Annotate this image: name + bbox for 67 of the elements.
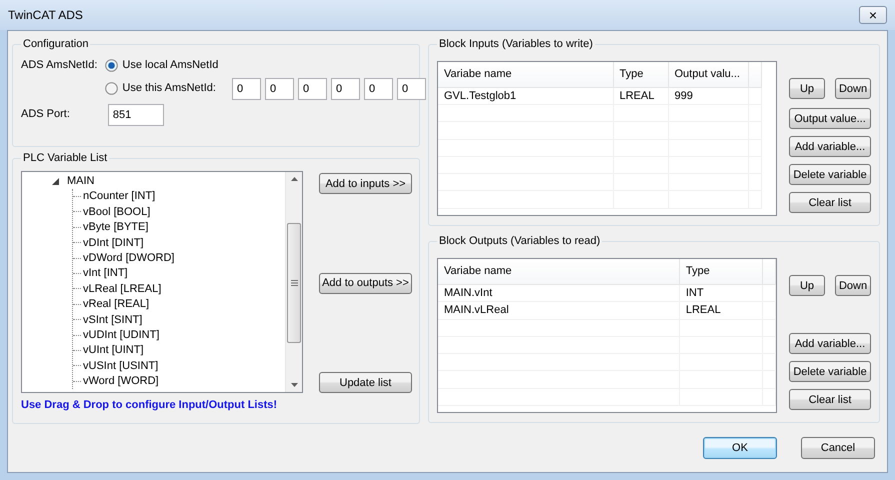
button[interactable]: OK	[703, 437, 777, 459]
table-cell: MAIN.vLReal	[438, 302, 680, 319]
hint-text: Use Drag & Drop to configure Input/Output Lists!	[21, 398, 278, 413]
tree-item[interactable]: vBool [BOOL]	[83, 206, 150, 218]
scrollbar-thumb[interactable]	[287, 223, 301, 343]
group-title: Configuration	[22, 37, 90, 51]
close-button[interactable]: ×	[859, 6, 887, 24]
table-cell: LREAL	[613, 87, 668, 104]
column-header[interactable]: Type	[613, 62, 668, 87]
tree-item[interactable]: vLReal [LREAL]	[83, 282, 162, 295]
tree-item[interactable]: vUInt [UINT]	[83, 344, 144, 356]
tree-item[interactable]: vUDInt [UDINT]	[83, 328, 160, 341]
column-header[interactable]: Variabe name	[438, 62, 613, 87]
input-field[interactable]: 0	[330, 78, 360, 100]
input-field[interactable]: 0	[396, 78, 426, 100]
group-title: Block Outputs (Variables to read)	[438, 234, 602, 248]
button[interactable]: Delete variable	[789, 164, 871, 185]
table-cell: GVL.Testglob1	[438, 87, 613, 104]
window-title: TwinCAT ADS	[8, 7, 83, 24]
field-label: ADS AmsNetId:	[21, 58, 98, 73]
tree-item[interactable]: vDWord [DWORD]	[83, 252, 174, 264]
button[interactable]: Delete variable	[789, 361, 871, 382]
tree-item[interactable]: vDInt [DINT]	[83, 236, 144, 249]
button[interactable]: Down	[835, 275, 871, 296]
button[interactable]: Update list	[319, 372, 412, 393]
scroll-down-icon[interactable]	[290, 383, 298, 387]
input-field[interactable]: 851	[108, 104, 164, 126]
expand-icon[interactable]	[52, 178, 59, 186]
tree-item[interactable]: vInt [INT]	[83, 267, 128, 280]
button[interactable]: Add variable...	[789, 136, 871, 157]
button[interactable]: Up	[789, 275, 825, 296]
button[interactable]: Add variable...	[789, 333, 871, 354]
group-title: Block Inputs (Variables to write)	[438, 37, 594, 51]
table-cell: MAIN.vInt	[438, 284, 680, 302]
tree-item[interactable]: MAIN	[67, 174, 94, 190]
button[interactable]: Add to outputs >>	[319, 272, 412, 294]
input-field[interactable]: 0	[298, 78, 327, 100]
radio-option[interactable]: Use this AmsNetId:	[105, 80, 216, 97]
input-field[interactable]: 0	[232, 78, 261, 100]
tree-item[interactable]: nCounter [INT]	[83, 190, 156, 202]
scroll-up-icon[interactable]	[290, 177, 298, 181]
input-field[interactable]: 0	[364, 78, 393, 100]
tree-item[interactable]: vByte [BYTE]	[83, 221, 148, 234]
button[interactable]: Cancel	[801, 437, 875, 459]
tree-item[interactable]: vReal [REAL]	[83, 298, 150, 310]
column-header[interactable]: Output valu...	[668, 62, 748, 87]
table-cell: LREAL	[679, 302, 762, 319]
radio-icon[interactable]	[105, 82, 118, 95]
radio-option[interactable]: Use local AmsNetId	[105, 57, 218, 74]
tree-item[interactable]: vUSInt [USINT]	[83, 360, 158, 372]
column-header[interactable]: Variabe name	[438, 259, 680, 284]
button[interactable]: Clear list	[789, 389, 871, 410]
button[interactable]: Add to inputs >>	[319, 173, 412, 194]
button[interactable]: Up	[789, 78, 825, 99]
tree-item[interactable]: vSInt [SINT]	[83, 314, 142, 326]
button[interactable]: Clear list	[789, 192, 871, 213]
button[interactable]: Down	[835, 78, 871, 99]
scrollbar[interactable]	[285, 172, 302, 392]
radio-icon[interactable]	[105, 58, 118, 72]
button[interactable]: Output value...	[789, 108, 871, 129]
group-title: PLC Variable List	[22, 151, 108, 165]
field-label: ADS Port:	[21, 107, 70, 122]
input-field[interactable]: 0	[264, 78, 294, 100]
column-header[interactable]: Type	[679, 259, 762, 284]
table-cell: 999	[668, 87, 748, 104]
tree-item[interactable]: vWord [WORD]	[83, 375, 159, 388]
table-cell: INT	[679, 284, 762, 302]
